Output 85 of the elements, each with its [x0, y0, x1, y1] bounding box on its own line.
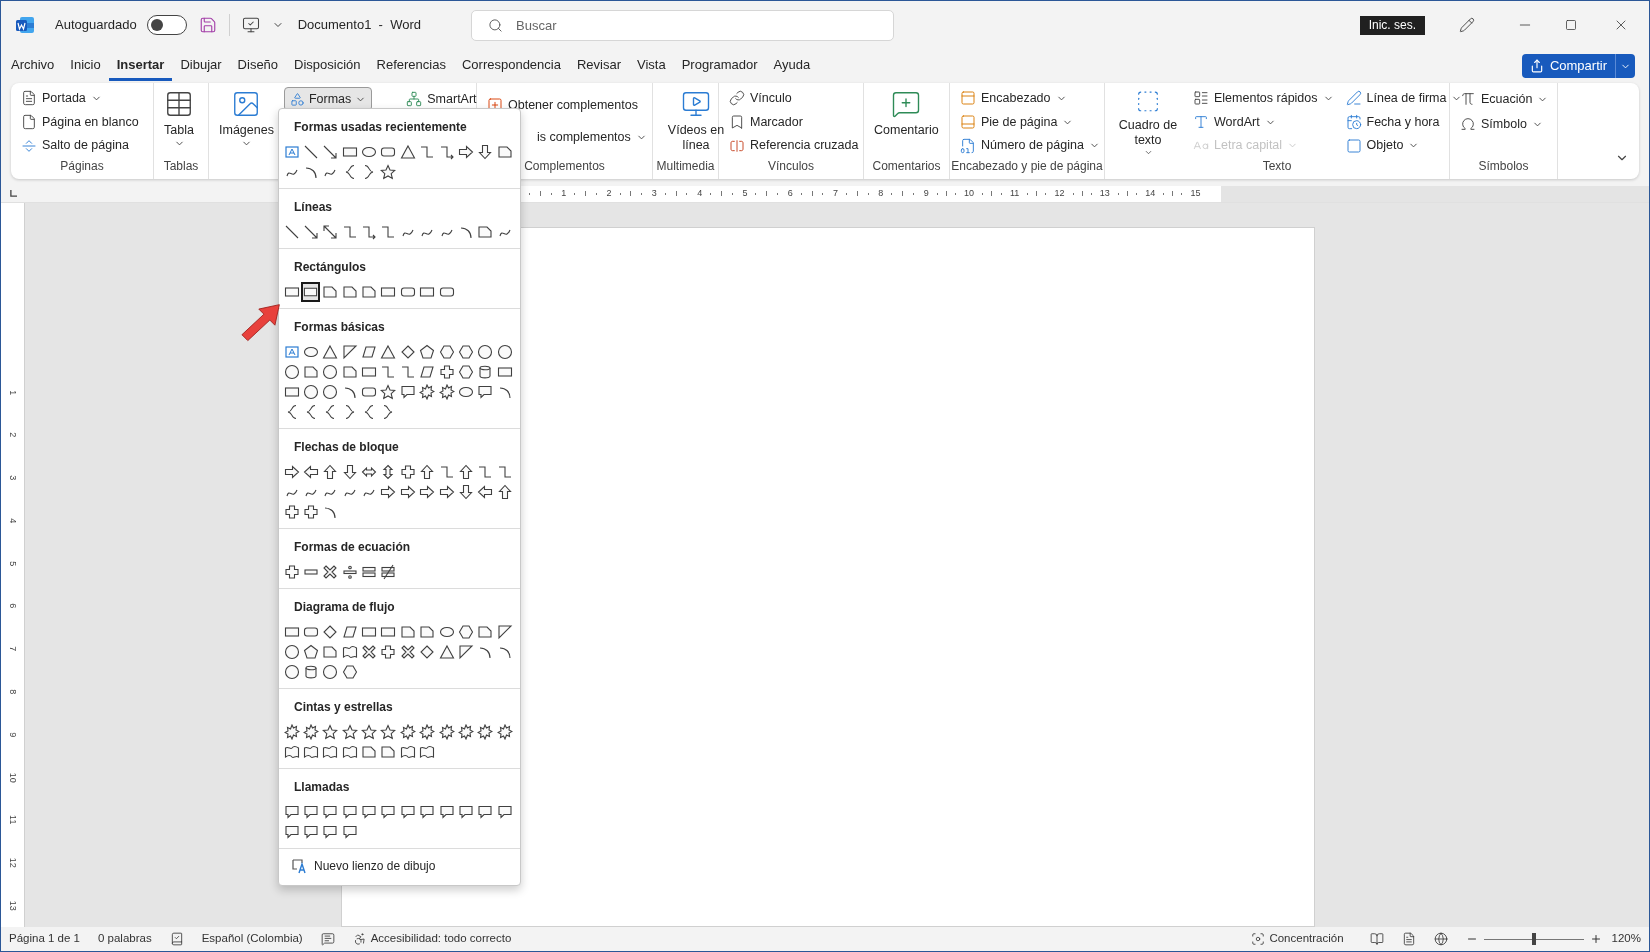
ruler-number: 9 — [923, 186, 929, 200]
ribbon-tab[interactable]: Diseño — [229, 51, 287, 81]
ruler-number: 3 — [7, 475, 20, 481]
ribbon-button[interactable]: Portada — [17, 87, 143, 110]
search-field[interactable]: Buscar — [471, 9, 894, 41]
group-label: Comentarios — [871, 158, 942, 175]
ruler-number: 3 — [651, 186, 657, 200]
group-label: Vínculos — [767, 158, 815, 175]
ruler-number: 5 — [742, 186, 748, 200]
group-label: Multimedia — [655, 158, 716, 175]
menu-section-title: Formas básicas — [293, 319, 386, 336]
ribbon-tab[interactable]: Archivo — [3, 51, 63, 81]
accessibility-status[interactable]: Accesibilidad: todo correcto — [352, 930, 512, 948]
autosave-label: Autoguardado — [55, 16, 137, 35]
window-title: Documento1 - Word — [297, 16, 421, 35]
ruler-number: 6 — [787, 186, 793, 200]
ribbon-button[interactable]: Encabezado — [956, 87, 1104, 110]
language-status[interactable]: Español (Colombia) — [201, 930, 303, 948]
word-count[interactable]: 0 palabras — [98, 930, 152, 948]
zoom-level[interactable]: 120% — [1611, 930, 1641, 948]
ribbon-button[interactable]: Salto de página — [17, 134, 143, 157]
ruler-number: 13 — [1099, 186, 1110, 200]
focus-button[interactable]: Concentración — [1251, 930, 1344, 948]
menu-section-title: Cintas y estrellas — [293, 699, 394, 716]
ruler-number: 1 — [7, 389, 20, 395]
ribbon-button[interactable]: SmartArt — [402, 87, 481, 111]
ribbon-button[interactable]: Elementos rápidos — [1189, 87, 1338, 110]
ribbon-tab[interactable]: Dibujar — [172, 51, 230, 81]
shapes-button[interactable]: Formas — [283, 87, 373, 111]
ruler-number: 2 — [7, 432, 20, 438]
menu-section-title: Flechas de bloque — [293, 439, 400, 456]
ruler-number: 14 — [1145, 186, 1156, 200]
ruler-number: 12 — [7, 857, 20, 868]
ruler-number: 4 — [7, 518, 20, 524]
group-label: Texto — [1261, 158, 1293, 175]
ribbon-button[interactable]: is complementos — [533, 125, 651, 149]
menu-section-title: Diagrama de flujo — [293, 599, 396, 616]
menu-section-title: Rectángulos — [293, 259, 367, 276]
ribbon-button[interactable]: WordArt — [1189, 110, 1338, 134]
ruler-number: 4 — [697, 186, 703, 200]
ribbon-button[interactable]: Pie de página — [956, 110, 1104, 134]
ribbon-tab[interactable]: Programador — [673, 51, 766, 81]
ruler-number: 9 — [7, 732, 20, 737]
page-count[interactable]: Página 1 de 1 — [9, 930, 80, 948]
group-label: Complementos — [523, 158, 606, 175]
menu-section-title: Llamadas — [293, 779, 351, 796]
ribbon-tab[interactable]: Revisar — [568, 51, 630, 81]
ribbon-button[interactable]: Número de página — [956, 134, 1104, 157]
menu-section-title: Formas de ecuación — [293, 539, 412, 556]
menu-item[interactable]: Nuevo lienzo de dibujo — [279, 851, 520, 881]
ribbon-button[interactable]: Imágenes — [215, 87, 278, 179]
menu-section-title: Líneas — [293, 199, 333, 216]
ribbon-button[interactable]: Página en blanco — [17, 110, 143, 134]
ruler-number: 1 — [561, 186, 567, 200]
ribbon-tab[interactable]: Inicio — [62, 51, 109, 81]
ruler-number: 7 — [7, 646, 20, 652]
ruler-number: 11 — [7, 815, 20, 825]
ribbon-button[interactable]: Comentario — [870, 87, 943, 157]
group-label: Símbolos — [1477, 158, 1530, 175]
ribbon-tab[interactable]: Vista — [629, 51, 674, 81]
ribbon-tab[interactable]: Disposición — [286, 51, 369, 81]
ruler-number: 8 — [7, 689, 20, 695]
group-label: Páginas — [59, 158, 105, 175]
ruler-number: 7 — [833, 186, 839, 200]
ruler-number: 6 — [7, 603, 20, 609]
ribbon-button[interactable]: Cuadro de texto — [1111, 87, 1185, 157]
ribbon-tab[interactable]: Correspondencia — [453, 51, 569, 81]
ruler-number: 2 — [606, 186, 612, 200]
ruler-number: 13 — [7, 900, 20, 911]
ruler-number: 8 — [878, 186, 884, 200]
ruler-number: 11 — [1009, 186, 1020, 200]
ruler-number: 15 — [1190, 186, 1201, 200]
share-button[interactable]: Compartir — [1521, 54, 1635, 78]
ruler-number: 10 — [7, 772, 20, 783]
menu-section-title: Formas usadas recientemente — [293, 119, 468, 136]
group-label: Tablas — [162, 158, 200, 175]
ribbon-button[interactable]: Tabla — [160, 87, 198, 157]
ribbon-button[interactable]: Objeto — [1341, 134, 1467, 157]
group-label: Encabezado y pie de página — [950, 158, 1104, 175]
sign-in-button[interactable]: Inic. ses. — [1359, 15, 1425, 35]
ruler-number: 12 — [1054, 186, 1065, 200]
ruler-number: 10 — [963, 186, 974, 200]
ribbon-tab[interactable]: Referencias — [368, 51, 454, 81]
ribbon-tab[interactable]: Ayuda — [765, 51, 819, 81]
ruler-number: 5 — [7, 560, 20, 566]
